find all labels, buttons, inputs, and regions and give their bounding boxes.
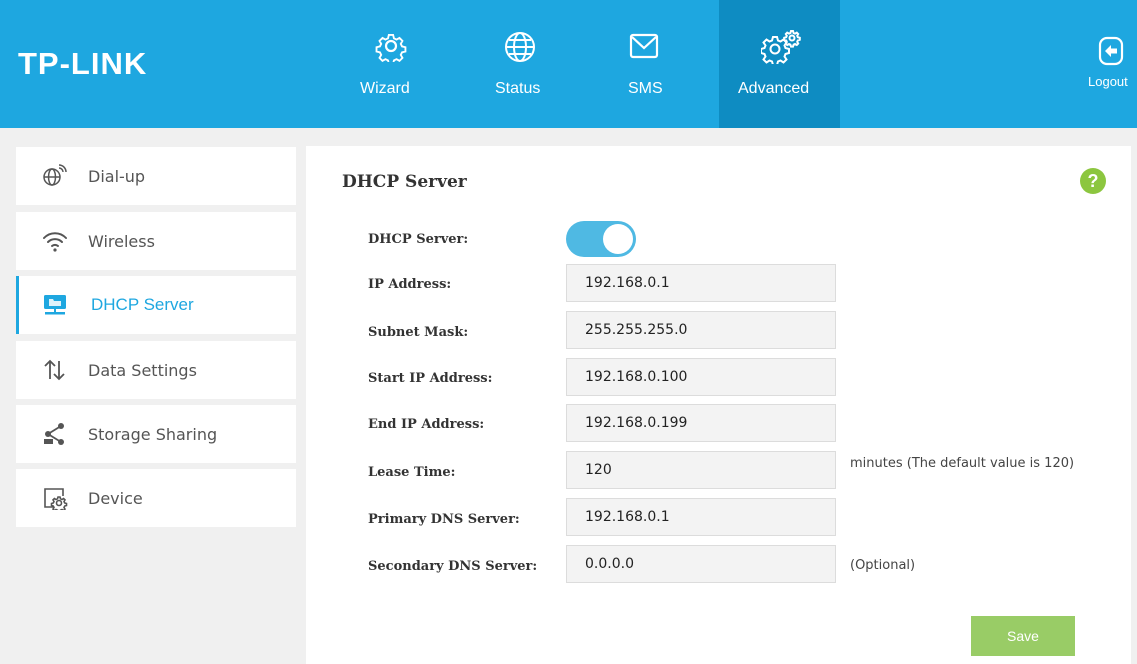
top-header: TP-LINK Wizard Status SMS Advanced Logou… bbox=[0, 0, 1137, 128]
subnet-mask-label: Subnet Mask: bbox=[368, 325, 469, 340]
sidebar-item-label: Device bbox=[88, 488, 143, 508]
subnet-mask-input[interactable] bbox=[566, 311, 836, 349]
sidebar-item-wireless[interactable]: Wireless bbox=[16, 212, 296, 270]
start-ip-label: Start IP Address: bbox=[368, 371, 493, 386]
secondary-dns-input[interactable] bbox=[566, 545, 836, 583]
sidebar-item-label: Storage Sharing bbox=[88, 424, 218, 444]
dhcp-server-label: DHCP Server: bbox=[368, 232, 469, 247]
nav-wizard-label: Wizard bbox=[360, 80, 410, 97]
nav-advanced-label: Advanced bbox=[738, 80, 810, 97]
ip-address-label: IP Address: bbox=[368, 277, 452, 292]
sidebar-item-label: DHCP Server bbox=[91, 295, 194, 314]
wifi-icon bbox=[43, 232, 67, 252]
tp-link-logo: TP-LINK bbox=[18, 46, 148, 81]
nav-sms-label: SMS bbox=[628, 80, 663, 97]
sidebar-item-label: Data Settings bbox=[88, 360, 197, 380]
primary-dns-input[interactable] bbox=[566, 498, 836, 536]
up-down-arrows-icon bbox=[44, 359, 65, 381]
toggle-knob bbox=[603, 224, 633, 254]
gears-icon bbox=[761, 30, 801, 64]
secondary-dns-label: Secondary DNS Server: bbox=[368, 559, 538, 574]
logout-icon bbox=[1098, 36, 1124, 66]
globe-icon bbox=[505, 32, 535, 62]
globe-signal-icon bbox=[43, 164, 67, 186]
end-ip-label: End IP Address: bbox=[368, 417, 485, 432]
sidebar-item-dhcp-server[interactable]: DHCP Server bbox=[16, 276, 296, 334]
sidebar-item-device[interactable]: Device bbox=[16, 469, 296, 527]
nav-status[interactable]: Status bbox=[488, 0, 552, 128]
sidebar-item-storage-sharing[interactable]: Storage Sharing bbox=[16, 405, 296, 463]
ip-address-input[interactable] bbox=[566, 264, 836, 302]
sidebar-item-label: Wireless bbox=[88, 231, 155, 251]
envelope-icon bbox=[629, 33, 659, 59]
page-title: DHCP Server bbox=[342, 172, 467, 192]
dhcp-server-panel: DHCP Server ? DHCP Server: IP Address: S… bbox=[306, 146, 1131, 664]
logout-button[interactable]: Logout bbox=[1087, 36, 1137, 96]
share-icon bbox=[44, 423, 64, 445]
save-button[interactable]: Save bbox=[971, 616, 1075, 656]
sidebar-item-label: Dial-up bbox=[88, 166, 146, 186]
sidebar-item-dial-up[interactable]: Dial-up bbox=[16, 147, 296, 205]
dhcp-server-toggle[interactable] bbox=[566, 221, 636, 257]
logout-label: Logout bbox=[1088, 74, 1128, 89]
end-ip-input[interactable] bbox=[566, 404, 836, 442]
help-button[interactable]: ? bbox=[1080, 168, 1106, 194]
secondary-dns-note: (Optional) bbox=[850, 558, 916, 573]
lease-time-note: minutes (The default value is 120) bbox=[850, 456, 1075, 471]
device-settings-icon bbox=[44, 488, 68, 510]
nav-status-label: Status bbox=[495, 80, 541, 97]
primary-dns-label: Primary DNS Server: bbox=[368, 512, 520, 527]
nav-advanced[interactable]: Advanced bbox=[719, 0, 840, 128]
start-ip-input[interactable] bbox=[566, 358, 836, 396]
gear-icon bbox=[375, 33, 407, 62]
nav-wizard[interactable]: Wizard bbox=[352, 0, 432, 128]
sidebar-item-data-settings[interactable]: Data Settings bbox=[16, 341, 296, 399]
dhcp-server-icon bbox=[44, 295, 66, 315]
nav-sms[interactable]: SMS bbox=[612, 0, 676, 128]
lease-time-label: Lease Time: bbox=[368, 465, 456, 480]
lease-time-input[interactable] bbox=[566, 451, 836, 489]
